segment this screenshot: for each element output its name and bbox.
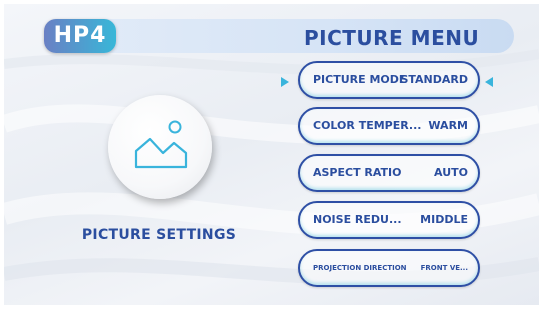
brand-logo: HP4 [44, 19, 116, 53]
menu-title: PICTURE MENU [304, 26, 480, 50]
menu-item-label: PICTURE MODE [313, 73, 407, 86]
logo-text: HP4 [53, 23, 107, 48]
menu-item-label: NOISE REDU... [313, 213, 402, 226]
menu-item-aspect-ratio[interactable]: ASPECT RATIO AUTO [298, 154, 480, 192]
menu-item-noise-reduction[interactable]: NOISE REDU... MIDDLE [298, 201, 480, 239]
menu-item-color-temperature[interactable]: COLOR TEMPER... WARM [298, 107, 480, 145]
menu-item-value: STANDARD [400, 73, 468, 86]
menu-item-picture-mode[interactable]: PICTURE MODE STANDARD [298, 61, 480, 99]
menu-item-label: COLOR TEMPER... [313, 119, 422, 132]
menu-item-label: ASPECT RATIO [313, 166, 402, 179]
menu-item-value: AUTO [434, 166, 468, 179]
menu-item-label: PROJECTION DIRECTION [313, 264, 407, 272]
menu-item-value: FRONT VE... [420, 264, 468, 272]
menu-item-value: WARM [428, 119, 468, 132]
menu-item-value: MIDDLE [420, 213, 468, 226]
projector-screen: HP4 PICTURE MENU PICTURE SETTINGS PICTUR… [4, 4, 539, 305]
menu-item-projection-direction[interactable]: PROJECTION DIRECTION FRONT VE... [298, 249, 480, 287]
picture-icon [134, 120, 188, 169]
picture-settings-badge [108, 95, 212, 199]
selection-arrow-left-icon [485, 77, 493, 87]
picture-settings-label: PICTURE SETTINGS [81, 227, 237, 243]
selection-arrow-right-icon [281, 77, 289, 87]
